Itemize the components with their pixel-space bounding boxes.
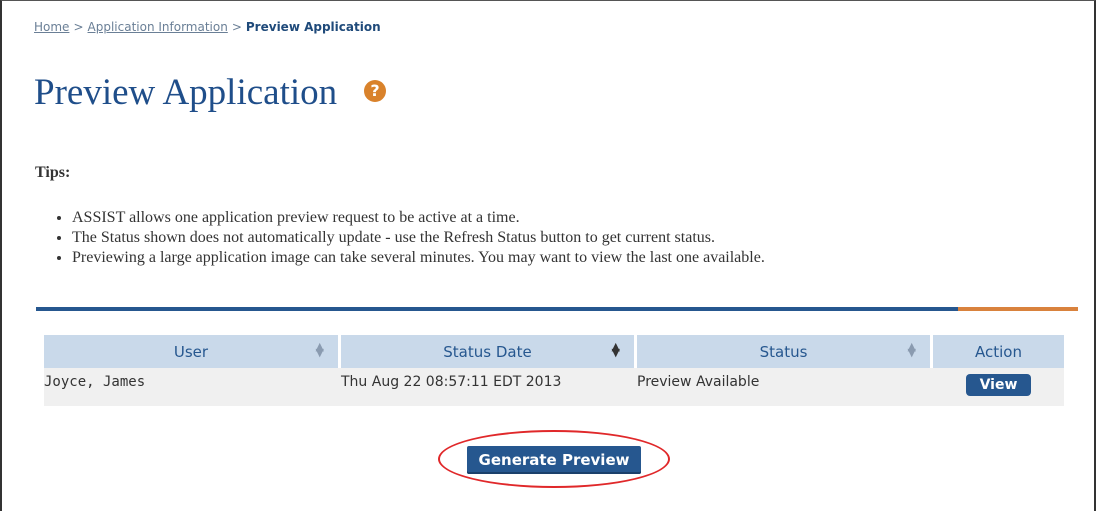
breadcrumb: Home > Application Information > Preview App… [34,20,381,34]
tips-list: ASSIST allows one application preview re… [50,208,765,268]
column-header-action: Action [933,335,1064,368]
column-header-label: User [173,342,209,361]
preview-application-page: Home > Application Information > Preview App… [0,0,1096,511]
sort-icon[interactable]: ▲ ▼ [316,341,324,358]
page-title: Preview Application [34,72,338,113]
view-button[interactable]: View [965,374,1032,396]
column-header-label: Status [759,342,808,361]
tip-item: The Status shown does not automatically … [72,228,765,248]
column-header-label: Status Date [443,342,532,361]
breadcrumb-application-information-link[interactable]: Application Information [88,20,228,34]
table-row: Joyce, James Thu Aug 22 08:57:11 EDT 201… [44,368,1064,406]
help-question-icon[interactable]: ? [364,80,386,102]
column-header-label: Action [975,342,1022,361]
section-divider [36,307,1078,311]
generate-preview-button[interactable]: Generate Preview [467,446,641,474]
sort-ascending-icon[interactable]: ▲ ▼ [612,341,620,358]
tips-heading: Tips: [35,164,71,181]
cell-action: View [933,368,1064,406]
cell-status-date: Thu Aug 22 08:57:11 EDT 2013 [341,368,637,406]
table-header-row: User ▲ ▼ Status Date ▲ ▼ Status ▲ ▼ Action [44,335,1064,368]
column-header-user[interactable]: User ▲ ▼ [44,335,341,368]
breadcrumb-separator: > [231,20,242,34]
cell-status: Preview Available [637,368,933,406]
sort-icon[interactable]: ▲ ▼ [908,341,916,358]
tip-item: ASSIST allows one application preview re… [72,208,765,228]
preview-requests-table: User ▲ ▼ Status Date ▲ ▼ Status ▲ ▼ Action … [44,335,1064,406]
cell-user: Joyce, James [44,368,341,406]
tip-item: Previewing a large application image can… [72,248,765,268]
breadcrumb-home-link[interactable]: Home [34,20,69,34]
breadcrumb-current: Preview Application [245,20,381,34]
column-header-status[interactable]: Status ▲ ▼ [637,335,933,368]
breadcrumb-separator: > [73,20,84,34]
column-header-status-date[interactable]: Status Date ▲ ▼ [341,335,637,368]
